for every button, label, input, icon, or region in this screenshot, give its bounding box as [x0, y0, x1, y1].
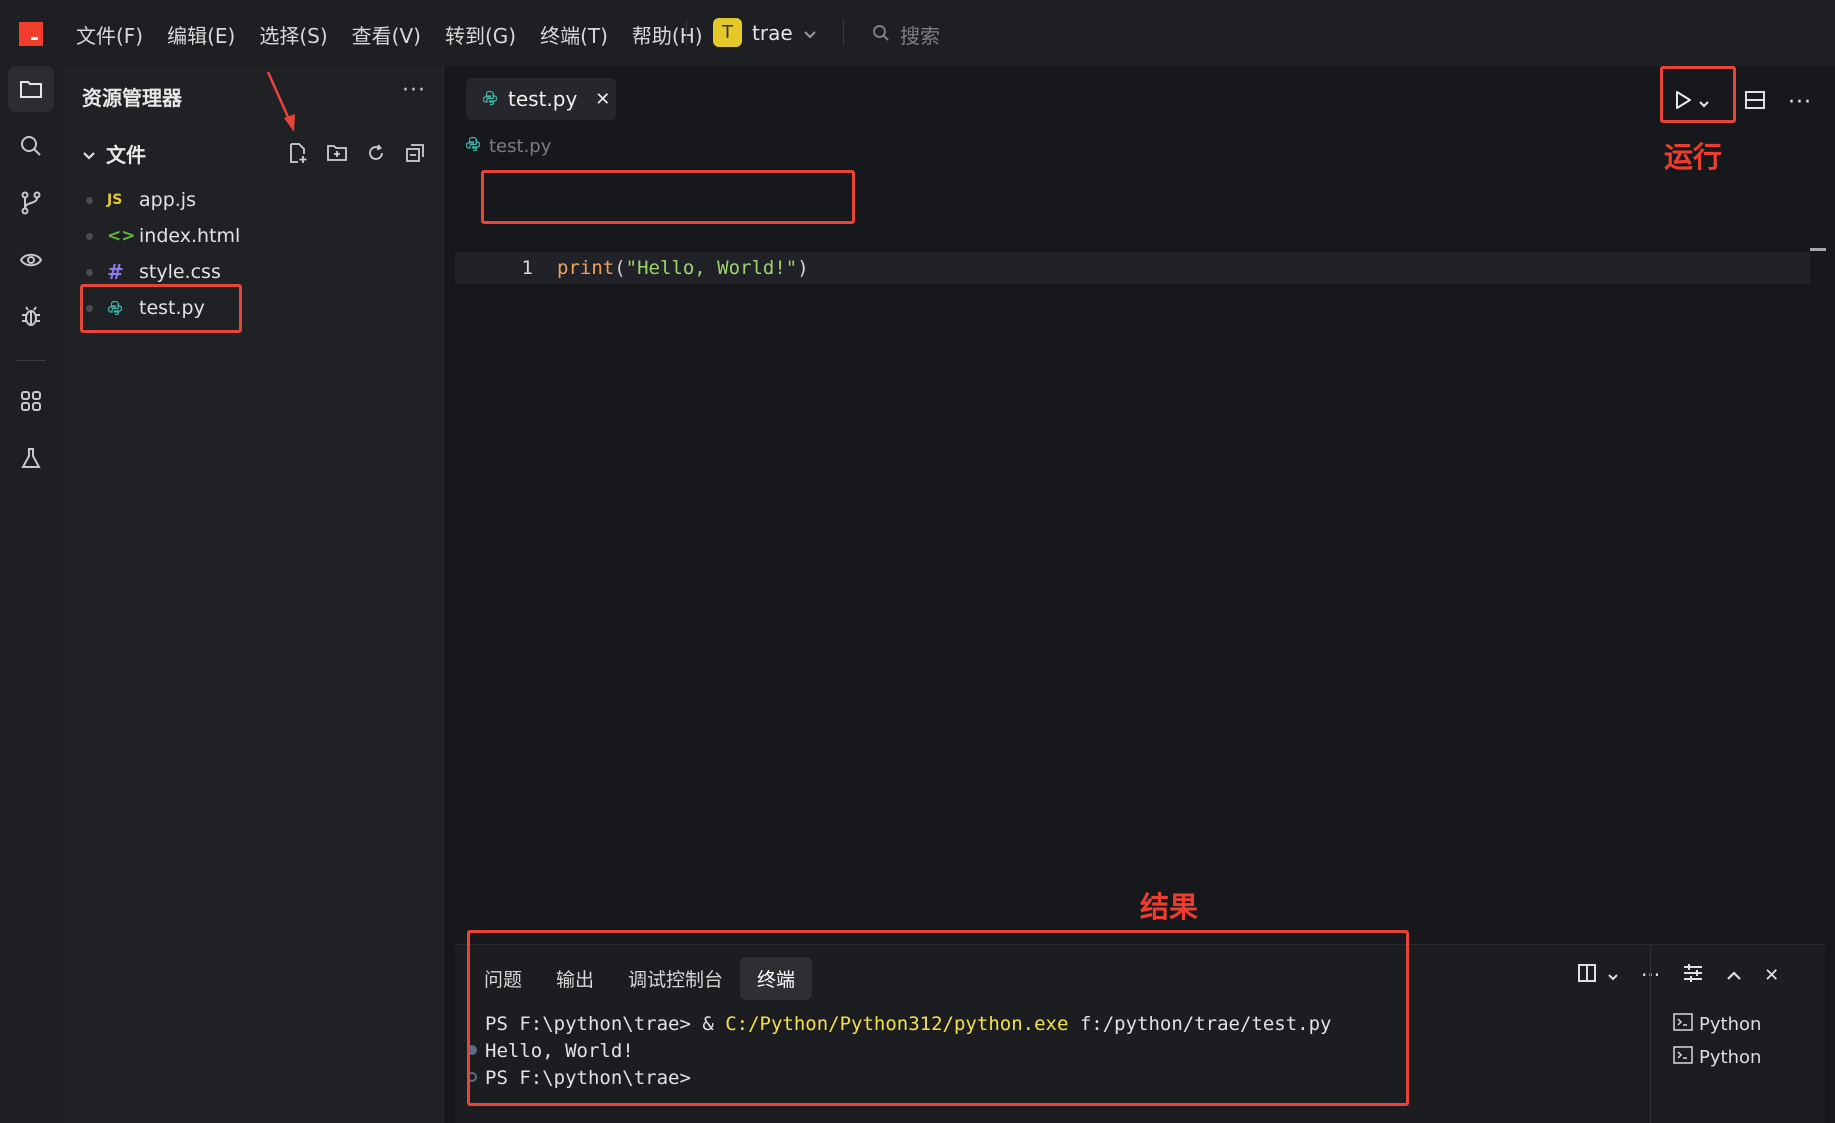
debug-icon[interactable]: [8, 294, 54, 340]
explorer-icon[interactable]: [8, 66, 54, 112]
search-placeholder: 搜索: [900, 24, 940, 48]
menu-divider: [686, 20, 687, 46]
chevron-down-icon: [803, 21, 817, 45]
chevron-down-icon[interactable]: [1607, 966, 1619, 985]
file-name: style.css: [139, 261, 221, 283]
breadcrumb-file[interactable]: test.py: [489, 136, 551, 157]
menu-help[interactable]: 帮助(H): [632, 20, 703, 49]
code-text: print("Hello, World!"): [557, 257, 809, 279]
menu-terminal[interactable]: 终端(T): [540, 20, 608, 49]
terminal-icon: [1673, 1013, 1693, 1036]
folder-section-header[interactable]: 文件: [82, 139, 146, 168]
highlight-code-line: [481, 170, 855, 224]
code-editor[interactable]: 1 print("Hello, World!"): [455, 174, 1826, 932]
more-icon[interactable]: ···: [1788, 90, 1812, 115]
new-file-icon[interactable]: [286, 141, 310, 165]
close-icon[interactable]: ✕: [595, 89, 610, 110]
python-icon: [482, 87, 498, 111]
code-line[interactable]: 1 print("Hello, World!"): [455, 252, 1810, 284]
editor-tab-bar: test.py ✕ ···: [455, 66, 1825, 132]
split-editor-icon[interactable]: [1744, 89, 1766, 115]
search-input[interactable]: 搜索: [872, 20, 940, 49]
menu-file[interactable]: 文件(F): [76, 20, 143, 49]
minimap-indicator: [1810, 248, 1826, 251]
run-annotation-label: 运行: [1664, 140, 1723, 174]
terminal-name: Python: [1699, 1014, 1762, 1035]
menu-view[interactable]: 查看(V): [352, 20, 421, 49]
terminal-name: Python: [1699, 1047, 1762, 1068]
workspace-divider: [843, 20, 844, 46]
highlight-run-button: [1660, 66, 1736, 123]
breadcrumb: test.py: [465, 136, 551, 157]
code-function: print: [557, 257, 615, 279]
file-item-index-html[interactable]: <> index.html: [86, 221, 240, 251]
html-icon: <>: [107, 226, 136, 246]
search-icon: [872, 23, 890, 47]
new-folder-icon[interactable]: [325, 141, 349, 165]
file-status-dot: [86, 196, 93, 204]
code-paren-open: (: [614, 257, 626, 279]
search-icon[interactable]: [8, 123, 54, 169]
result-annotation-label: 结果: [1140, 890, 1199, 924]
highlight-result-panel: [467, 930, 1409, 1106]
terminal-instance-2[interactable]: Python: [1673, 1046, 1761, 1069]
refresh-icon[interactable]: [364, 141, 388, 165]
title-bar: 文件(F) 编辑(E) 选择(S) 查看(V) 转到(G) 终端(T) 帮助(H…: [0, 0, 1835, 66]
tab-label: test.py: [508, 87, 578, 111]
collapse-all-icon[interactable]: [403, 141, 427, 165]
file-name: app.js: [139, 189, 196, 211]
folder-section-label: 文件: [106, 143, 146, 167]
workspace-name: trae: [752, 20, 793, 45]
extensions-icon[interactable]: [8, 378, 54, 424]
testing-flask-icon[interactable]: [8, 435, 54, 481]
arrow-pointer-icon: [266, 71, 295, 132]
highlight-test-py-file: [80, 284, 242, 333]
file-item-style-css[interactable]: # style.css: [86, 257, 221, 287]
activity-divider: [16, 360, 46, 361]
more-icon[interactable]: ···: [402, 78, 426, 103]
menu-bar: 文件(F) 编辑(E) 选择(S) 查看(V) 转到(G) 终端(T) 帮助(H…: [76, 20, 703, 49]
code-string: "Hello, World!": [625, 257, 798, 279]
explorer-title: 资源管理器: [82, 86, 182, 110]
code-paren-close: ): [797, 257, 809, 279]
explorer-toolbar: [286, 141, 427, 165]
terminal-list: Python Python: [1650, 945, 1825, 1123]
file-item-app-js[interactable]: JS app.js: [86, 185, 196, 215]
menu-go[interactable]: 转到(G): [445, 20, 516, 49]
remote-eye-icon[interactable]: [8, 237, 54, 283]
file-status-dot: [86, 232, 93, 240]
menu-edit[interactable]: 编辑(E): [167, 20, 235, 49]
menu-selection[interactable]: 选择(S): [259, 20, 327, 49]
app-logo: [19, 22, 43, 46]
chevron-down-icon: [82, 142, 96, 166]
python-icon: [465, 136, 481, 157]
file-status-dot: [86, 268, 93, 276]
javascript-icon: JS: [107, 192, 123, 208]
split-terminal-icon[interactable]: [1577, 963, 1597, 987]
file-name: index.html: [139, 225, 241, 247]
css-icon: #: [107, 260, 124, 284]
workspace-avatar: T: [713, 18, 742, 47]
source-control-icon[interactable]: [8, 180, 54, 226]
activity-bar: [0, 66, 64, 1123]
workspace-switcher[interactable]: T trae: [713, 18, 817, 47]
line-number: 1: [521, 257, 533, 279]
terminal-icon: [1673, 1046, 1693, 1069]
terminal-instance-1[interactable]: Python: [1673, 1013, 1761, 1036]
explorer-sidebar: 资源管理器 ··· 文件 JS app.js <> index.html # s: [64, 66, 444, 1123]
tab-test-py[interactable]: test.py ✕: [466, 78, 616, 120]
